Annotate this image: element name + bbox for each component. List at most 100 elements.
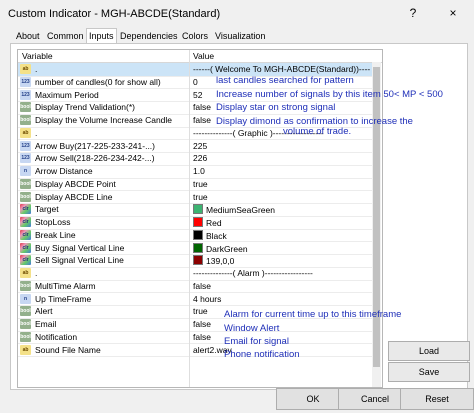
tab-colors[interactable]: Colors xyxy=(180,29,210,43)
input-value[interactable]: Red xyxy=(193,217,222,228)
annotation-email: Email for signal xyxy=(224,336,289,347)
input-value-text: 139,0,0 xyxy=(206,256,235,267)
input-value[interactable]: true xyxy=(193,306,208,316)
input-name: Arrow Buy(217-225-233-241-...) xyxy=(35,140,156,151)
input-row[interactable]: clr Sell Signal Vertical Line 139,0,0 xyxy=(18,254,372,268)
string-type-icon: ab xyxy=(20,127,31,138)
input-row[interactable]: clr Break Line Black xyxy=(18,229,372,243)
input-value-text: MediumSeaGreen xyxy=(206,205,275,216)
grid-header: Variable Value xyxy=(18,50,382,63)
tab-common[interactable]: Common xyxy=(45,29,86,43)
input-row[interactable]: n Arrow Distance 1.0 xyxy=(18,165,372,179)
input-value[interactable]: DarkGreen xyxy=(193,242,248,254)
input-value[interactable]: ------( Welcome To MGH-ABCDE(Standard))-… xyxy=(193,64,370,74)
input-value-text: false xyxy=(193,331,211,342)
color-swatch xyxy=(193,204,203,215)
boolean-type-icon: bool xyxy=(20,306,31,317)
input-name: . xyxy=(35,127,38,138)
vertical-scrollbar[interactable] xyxy=(372,62,381,387)
input-value[interactable]: 139,0,0 xyxy=(193,255,234,266)
input-row[interactable]: bool Display ABCDE Line true xyxy=(18,191,372,205)
input-value[interactable]: 0 xyxy=(193,77,198,87)
input-value-text: true xyxy=(193,191,208,202)
color-type-icon: clr xyxy=(20,217,31,227)
input-value-text: Black xyxy=(206,230,227,241)
boolean-type-icon: bool xyxy=(20,319,31,329)
input-name: Break Line xyxy=(35,229,76,240)
tab-inputs[interactable]: Inputs xyxy=(86,28,117,44)
input-value-text: false xyxy=(193,115,211,125)
input-value[interactable]: false xyxy=(193,102,211,112)
input-value[interactable]: MediumSeaGreen xyxy=(193,204,275,215)
input-name: Notification xyxy=(35,331,78,342)
input-name: Maximum Period xyxy=(35,89,99,100)
input-value[interactable]: 52 xyxy=(193,90,202,100)
input-value-text: false xyxy=(193,280,211,291)
boolean-type-icon: bool xyxy=(20,331,31,342)
annotation-candles: last candles searched for pattern xyxy=(216,75,354,86)
color-swatch xyxy=(193,229,203,240)
tab-visualization[interactable]: Visualization xyxy=(213,29,267,43)
input-value-text: DarkGreen xyxy=(206,243,248,254)
annotation-volume-2: volume of trade. xyxy=(283,126,352,137)
input-value-text: Red xyxy=(206,218,222,228)
input-value-text: true xyxy=(193,178,208,189)
annotation-timeframe: Alarm for current time up to this timefr… xyxy=(224,309,402,320)
input-value[interactable]: 225 xyxy=(193,141,207,151)
input-value[interactable]: --------------( Alarm )----------------- xyxy=(193,268,313,278)
tab-about[interactable]: About xyxy=(14,29,42,43)
input-name: StopLoss xyxy=(35,217,71,227)
input-value[interactable]: false xyxy=(193,319,211,329)
input-row[interactable]: n Up TimeFrame 4 hours xyxy=(18,293,372,307)
input-row[interactable]: clr Buy Signal Vertical Line DarkGreen xyxy=(18,242,372,256)
tab-dependencies[interactable]: Dependencies xyxy=(118,29,180,43)
input-value[interactable]: false xyxy=(193,332,211,342)
column-header-variable[interactable]: Variable xyxy=(22,51,53,61)
input-value[interactable]: 4 hours xyxy=(193,294,221,304)
color-type-icon: clr xyxy=(20,255,31,266)
help-icon[interactable]: ? xyxy=(404,4,422,22)
color-type-icon: clr xyxy=(20,229,31,240)
input-name: Display ABCDE Point xyxy=(35,178,116,189)
input-value[interactable]: true xyxy=(193,192,208,202)
input-name: Arrow Distance xyxy=(35,166,93,176)
scrollbar-thumb[interactable] xyxy=(373,67,380,367)
color-type-icon: clr xyxy=(20,242,31,253)
annotation-trend: Display star on strong signal xyxy=(216,102,336,113)
input-value[interactable]: Black xyxy=(193,229,227,241)
annotation-alert: Window Alert xyxy=(224,323,280,334)
reset-button[interactable]: Reset xyxy=(400,388,474,410)
input-row[interactable]: ab. --------------( Alarm )--------------… xyxy=(18,267,372,281)
input-row[interactable]: ab Sound File Name alert2.wav xyxy=(18,344,372,358)
string-type-icon: ab xyxy=(20,268,31,278)
color-type-icon: clr xyxy=(20,204,31,215)
input-row[interactable]: 123 Arrow Sell(218-226-234-242-...) 226 xyxy=(18,152,372,166)
color-swatch xyxy=(193,217,203,227)
input-name: Alert xyxy=(35,306,53,317)
input-name: Sound File Name xyxy=(35,344,101,355)
input-row[interactable]: bool Email false xyxy=(18,318,372,332)
input-name: Buy Signal Vertical Line xyxy=(35,242,125,253)
input-value[interactable]: 1.0 xyxy=(193,166,205,176)
number-type-icon: n xyxy=(20,293,31,304)
input-row[interactable]: bool Notification false xyxy=(18,331,372,345)
annotation-max-period: Increase number of signals by this item … xyxy=(216,89,443,100)
input-row[interactable]: bool MultiTime Alarm false xyxy=(18,280,372,294)
close-icon[interactable]: × xyxy=(444,4,462,22)
load-button[interactable]: Load xyxy=(388,341,470,361)
input-value[interactable]: false xyxy=(193,281,211,291)
input-row[interactable]: 123 Arrow Buy(217-225-233-241-...) 225 xyxy=(18,140,372,154)
input-value-text: --------------( Alarm )----------------- xyxy=(193,268,313,278)
input-value[interactable]: 226 xyxy=(193,153,207,163)
input-row[interactable]: clr StopLoss Red xyxy=(18,216,372,230)
input-row[interactable]: clr Target MediumSeaGreen xyxy=(18,203,372,217)
input-value[interactable]: false xyxy=(193,115,211,125)
column-header-value[interactable]: Value xyxy=(193,51,214,61)
input-name: Display Trend Validation(*) xyxy=(35,102,135,113)
save-button[interactable]: Save xyxy=(388,362,470,382)
input-value[interactable]: true xyxy=(193,179,208,189)
input-row[interactable]: bool Display ABCDE Point true xyxy=(18,178,372,192)
input-name: MultiTime Alarm xyxy=(35,280,96,291)
number-type-icon: 123 xyxy=(20,76,31,87)
input-name: . xyxy=(35,64,38,74)
